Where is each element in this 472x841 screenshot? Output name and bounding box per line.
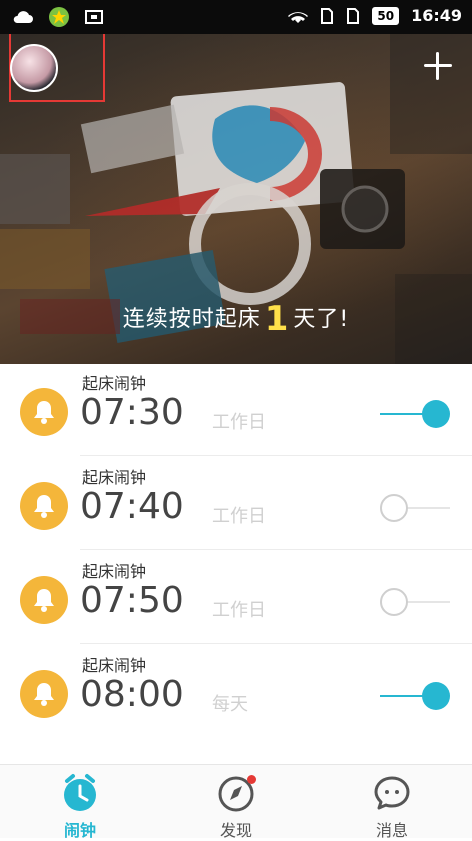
streak-days: 1: [264, 299, 290, 339]
tab-alarm[interactable]: 闹钟: [20, 773, 140, 841]
compass-icon: [216, 773, 256, 813]
cloud-icon: [13, 11, 34, 23]
bottom-tab-bar: 闹钟 发现 消息: [0, 764, 472, 841]
alarm-label: 起床闹钟: [82, 562, 147, 581]
header-banner: 连续按时起床 1 天了!: [0, 34, 472, 364]
wake-streak-message: 连续按时起床 1 天了!: [0, 299, 472, 339]
toggle-knob: [422, 682, 450, 710]
status-bar: 50 16:49: [0, 0, 472, 34]
alarm-toggle[interactable]: [380, 588, 450, 616]
wifi-icon: [288, 11, 309, 23]
chat-bubble-icon: [372, 773, 412, 813]
plus-icon[interactable]: [424, 52, 452, 80]
alarm-item[interactable]: 起床闹钟 08:00 每天: [0, 646, 472, 738]
alarm-repeat: 工作日: [212, 412, 266, 433]
bell-icon: [20, 482, 68, 530]
screenshot-icon: [85, 10, 103, 24]
divider: [80, 455, 472, 456]
bell-icon: [20, 388, 68, 436]
alarm-toggle[interactable]: [380, 494, 450, 522]
app-icon: [49, 7, 69, 27]
toggle-knob: [422, 400, 450, 428]
alarm-time: 07:50: [80, 580, 184, 621]
tab-label: 闹钟: [63, 821, 96, 840]
alarm-item[interactable]: 起床闹钟 07:40 工作日: [0, 458, 472, 550]
divider: [80, 643, 472, 644]
sim1-icon: [321, 7, 334, 24]
sim2-icon: [347, 7, 360, 24]
streak-suffix: 天了!: [293, 307, 350, 332]
divider: [80, 549, 472, 550]
alarm-toggle[interactable]: [380, 682, 450, 710]
alarm-repeat: 每天: [212, 694, 248, 715]
alarm-label: 起床闹钟: [82, 374, 147, 393]
alarm-repeat: 工作日: [212, 600, 266, 621]
bell-icon: [20, 576, 68, 624]
alarm-list: 起床闹钟 07:30 工作日 起床闹钟 07:40 工作日 起床闹钟 07:50…: [0, 364, 472, 764]
tab-label: 发现: [219, 821, 252, 840]
alarm-toggle[interactable]: [380, 400, 450, 428]
alarm-repeat: 工作日: [212, 506, 266, 527]
avatar-icon[interactable]: [10, 44, 58, 92]
bell-icon: [20, 670, 68, 718]
alarm-time: 07:40: [80, 486, 184, 527]
tab-label: 消息: [375, 821, 408, 840]
battery-indicator: 50: [372, 6, 400, 25]
alarm-label: 起床闹钟: [82, 468, 147, 487]
tab-messages[interactable]: 消息: [332, 773, 452, 841]
toggle-knob: [380, 494, 408, 522]
alarm-item[interactable]: 起床闹钟 07:50 工作日: [0, 552, 472, 644]
alarm-time: 08:00: [80, 674, 184, 715]
notification-badge: [247, 775, 256, 784]
alarm-label: 起床闹钟: [82, 656, 147, 675]
clock-icon: [60, 773, 100, 813]
toggle-knob: [380, 588, 408, 616]
streak-prefix: 连续按时起床: [122, 307, 261, 332]
alarm-time: 07:30: [80, 392, 184, 433]
alarm-item[interactable]: 起床闹钟 07:30 工作日: [0, 364, 472, 456]
tab-discover[interactable]: 发现: [176, 773, 296, 841]
clock-time: 16:49: [411, 6, 462, 25]
